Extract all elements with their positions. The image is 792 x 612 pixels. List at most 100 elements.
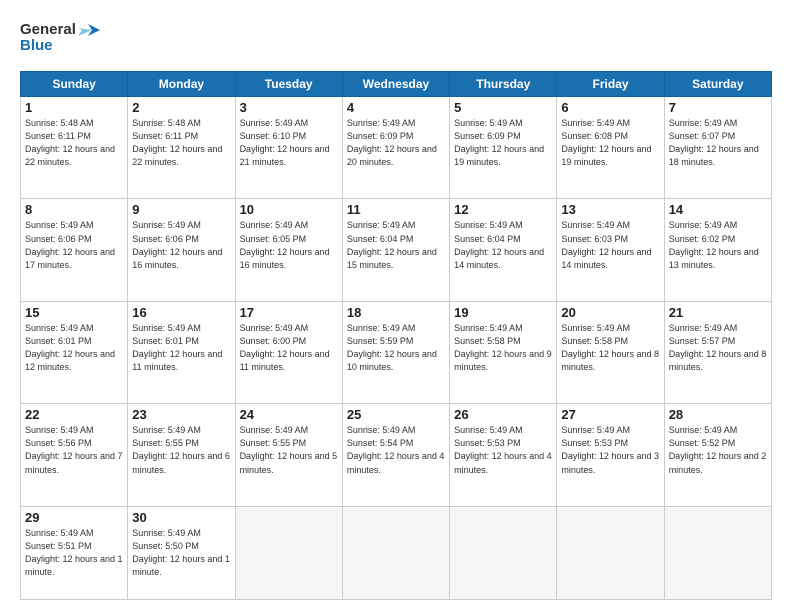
day-info: Sunrise: 5:49 AMSunset: 6:01 PMDaylight:… [25, 322, 123, 374]
calendar-cell: 12 Sunrise: 5:49 AMSunset: 6:04 PMDayligh… [450, 199, 557, 301]
day-number: 6 [561, 100, 659, 115]
calendar-cell: 6 Sunrise: 5:49 AMSunset: 6:08 PMDaylight… [557, 97, 664, 199]
day-number: 15 [25, 305, 123, 320]
calendar-cell: 13 Sunrise: 5:49 AMSunset: 6:03 PMDayligh… [557, 199, 664, 301]
day-info: Sunrise: 5:49 AMSunset: 5:50 PMDaylight:… [132, 527, 230, 579]
day-info: Sunrise: 5:49 AMSunset: 6:05 PMDaylight:… [240, 219, 338, 271]
calendar-cell: 28 Sunrise: 5:49 AMSunset: 5:52 PMDayligh… [664, 404, 771, 506]
calendar-cell: 8 Sunrise: 5:49 AMSunset: 6:06 PMDaylight… [21, 199, 128, 301]
day-of-week-row: SundayMondayTuesdayWednesdayThursdayFrid… [21, 72, 772, 97]
day-info: Sunrise: 5:49 AMSunset: 5:53 PMDaylight:… [561, 424, 659, 476]
calendar-week-4: 22Sunrise: 5:49 AMSunset: 5:56 PMDayligh… [21, 404, 772, 506]
day-header-tuesday: Tuesday [235, 72, 342, 97]
calendar-cell: 14 Sunrise: 5:49 AMSunset: 6:02 PMDayligh… [664, 199, 771, 301]
header: General Blue [20, 16, 772, 63]
logo: General Blue [20, 16, 100, 63]
calendar-cell: 17 Sunrise: 5:49 AMSunset: 6:00 PMDayligh… [235, 301, 342, 403]
day-info: Sunrise: 5:49 AMSunset: 5:51 PMDaylight:… [25, 527, 123, 579]
day-info: Sunrise: 5:49 AMSunset: 6:00 PMDaylight:… [240, 322, 338, 374]
day-info: Sunrise: 5:49 AMSunset: 6:01 PMDaylight:… [132, 322, 230, 374]
calendar-cell: 5 Sunrise: 5:49 AMSunset: 6:09 PMDaylight… [450, 97, 557, 199]
calendar-cell [342, 506, 449, 599]
day-header-sunday: Sunday [21, 72, 128, 97]
calendar-cell: 11 Sunrise: 5:49 AMSunset: 6:04 PMDayligh… [342, 199, 449, 301]
calendar-week-2: 8 Sunrise: 5:49 AMSunset: 6:06 PMDaylight… [21, 199, 772, 301]
day-number: 20 [561, 305, 659, 320]
calendar-cell: 21Sunrise: 5:49 AMSunset: 5:57 PMDayligh… [664, 301, 771, 403]
day-number: 12 [454, 202, 552, 217]
day-info: Sunrise: 5:49 AMSunset: 5:59 PMDaylight:… [347, 322, 445, 374]
day-info: Sunrise: 5:49 AMSunset: 5:56 PMDaylight:… [25, 424, 123, 476]
calendar-cell: 24Sunrise: 5:49 AMSunset: 5:55 PMDayligh… [235, 404, 342, 506]
calendar-week-1: 1Sunrise: 5:48 AMSunset: 6:11 PMDaylight… [21, 97, 772, 199]
day-info: Sunrise: 5:49 AMSunset: 5:54 PMDaylight:… [347, 424, 445, 476]
calendar-cell: 1Sunrise: 5:48 AMSunset: 6:11 PMDaylight… [21, 97, 128, 199]
day-info: Sunrise: 5:49 AMSunset: 6:08 PMDaylight:… [561, 117, 659, 169]
calendar-cell: 15 Sunrise: 5:49 AMSunset: 6:01 PMDayligh… [21, 301, 128, 403]
day-number: 9 [132, 202, 230, 217]
calendar-cell: 19 Sunrise: 5:49 AMSunset: 5:58 PMDayligh… [450, 301, 557, 403]
calendar-cell: 18 Sunrise: 5:49 AMSunset: 5:59 PMDayligh… [342, 301, 449, 403]
day-info: Sunrise: 5:49 AMSunset: 6:07 PMDaylight:… [669, 117, 767, 169]
day-number: 3 [240, 100, 338, 115]
day-number: 30 [132, 510, 230, 525]
day-number: 2 [132, 100, 230, 115]
day-number: 13 [561, 202, 659, 217]
page: General Blue SundayMondayTuesdayWednesda… [0, 0, 792, 612]
day-info: Sunrise: 5:49 AMSunset: 5:53 PMDaylight:… [454, 424, 552, 476]
day-number: 5 [454, 100, 552, 115]
calendar-cell: 25Sunrise: 5:49 AMSunset: 5:54 PMDayligh… [342, 404, 449, 506]
calendar-cell: 20 Sunrise: 5:49 AMSunset: 5:58 PMDayligh… [557, 301, 664, 403]
day-info: Sunrise: 5:49 AMSunset: 6:04 PMDaylight:… [454, 219, 552, 271]
day-header-friday: Friday [557, 72, 664, 97]
day-info: Sunrise: 5:49 AMSunset: 6:09 PMDaylight:… [347, 117, 445, 169]
calendar-week-5: 29Sunrise: 5:49 AMSunset: 5:51 PMDayligh… [21, 506, 772, 599]
day-info: Sunrise: 5:49 AMSunset: 6:06 PMDaylight:… [25, 219, 123, 271]
calendar-cell [557, 506, 664, 599]
day-header-monday: Monday [128, 72, 235, 97]
day-info: Sunrise: 5:49 AMSunset: 5:52 PMDaylight:… [669, 424, 767, 476]
day-header-saturday: Saturday [664, 72, 771, 97]
day-header-thursday: Thursday [450, 72, 557, 97]
calendar-week-3: 15 Sunrise: 5:49 AMSunset: 6:01 PMDayligh… [21, 301, 772, 403]
day-info: Sunrise: 5:49 AMSunset: 6:09 PMDaylight:… [454, 117, 552, 169]
calendar-cell: 23 Sunrise: 5:49 AMSunset: 5:55 PMDayligh… [128, 404, 235, 506]
day-info: Sunrise: 5:48 AMSunset: 6:11 PMDaylight:… [25, 117, 123, 169]
day-number: 8 [25, 202, 123, 217]
day-number: 28 [669, 407, 767, 422]
day-number: 18 [347, 305, 445, 320]
calendar-cell: 16 Sunrise: 5:49 AMSunset: 6:01 PMDayligh… [128, 301, 235, 403]
day-number: 10 [240, 202, 338, 217]
day-number: 7 [669, 100, 767, 115]
logo-text: General Blue [20, 16, 100, 63]
calendar-cell: 27 Sunrise: 5:49 AMSunset: 5:53 PMDayligh… [557, 404, 664, 506]
day-number: 17 [240, 305, 338, 320]
day-info: Sunrise: 5:49 AMSunset: 5:58 PMDaylight:… [561, 322, 659, 374]
day-number: 27 [561, 407, 659, 422]
day-number: 14 [669, 202, 767, 217]
calendar-cell: 2Sunrise: 5:48 AMSunset: 6:11 PMDaylight… [128, 97, 235, 199]
day-number: 19 [454, 305, 552, 320]
calendar-cell [450, 506, 557, 599]
day-number: 24 [240, 407, 338, 422]
day-number: 11 [347, 202, 445, 217]
calendar-table: SundayMondayTuesdayWednesdayThursdayFrid… [20, 71, 772, 600]
calendar-cell: 9 Sunrise: 5:49 AMSunset: 6:06 PMDaylight… [128, 199, 235, 301]
day-info: Sunrise: 5:49 AMSunset: 5:55 PMDaylight:… [132, 424, 230, 476]
calendar-cell [664, 506, 771, 599]
day-info: Sunrise: 5:49 AMSunset: 6:04 PMDaylight:… [347, 219, 445, 271]
day-info: Sunrise: 5:49 AMSunset: 6:03 PMDaylight:… [561, 219, 659, 271]
day-number: 16 [132, 305, 230, 320]
day-info: Sunrise: 5:49 AMSunset: 6:02 PMDaylight:… [669, 219, 767, 271]
day-info: Sunrise: 5:49 AMSunset: 6:10 PMDaylight:… [240, 117, 338, 169]
day-number: 4 [347, 100, 445, 115]
svg-text:Blue: Blue [20, 37, 53, 54]
day-number: 23 [132, 407, 230, 422]
day-header-wednesday: Wednesday [342, 72, 449, 97]
calendar-cell: 30 Sunrise: 5:49 AMSunset: 5:50 PMDayligh… [128, 506, 235, 599]
calendar-cell: 7 Sunrise: 5:49 AMSunset: 6:07 PMDaylight… [664, 97, 771, 199]
day-info: Sunrise: 5:49 AMSunset: 6:06 PMDaylight:… [132, 219, 230, 271]
day-info: Sunrise: 5:49 AMSunset: 5:58 PMDaylight:… [454, 322, 552, 374]
day-number: 26 [454, 407, 552, 422]
calendar-cell: 29Sunrise: 5:49 AMSunset: 5:51 PMDayligh… [21, 506, 128, 599]
